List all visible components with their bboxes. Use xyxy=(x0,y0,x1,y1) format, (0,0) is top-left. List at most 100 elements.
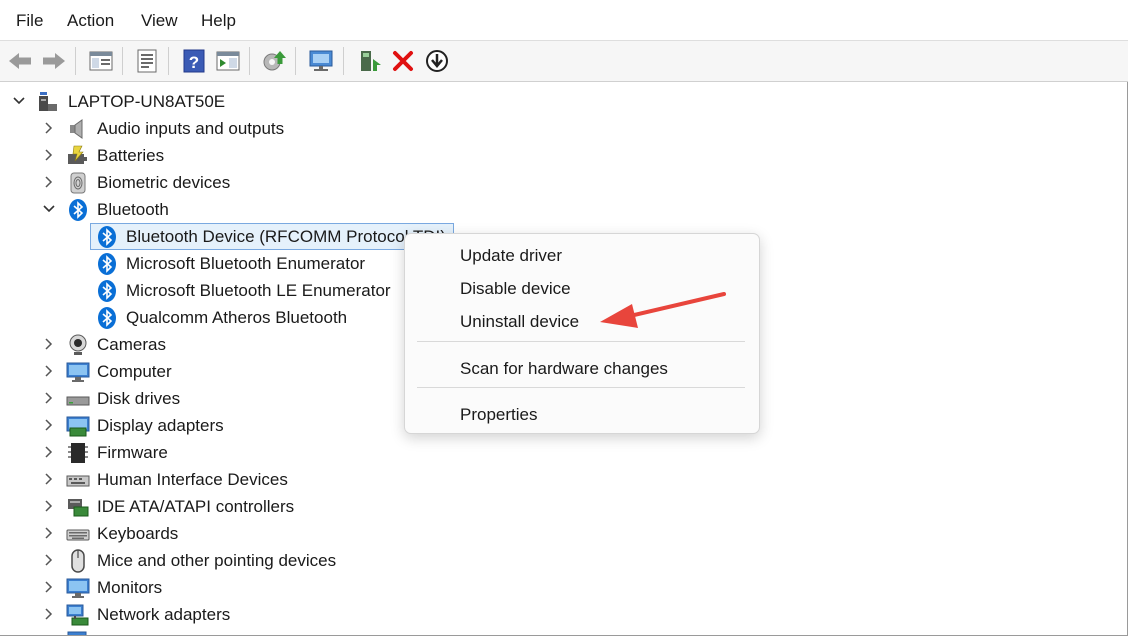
toolbar-separator xyxy=(249,47,250,75)
menu-item-scan-hardware[interactable]: Scan for hardware changes xyxy=(460,359,668,379)
keyboard-icon xyxy=(66,522,90,546)
enable-device-icon[interactable] xyxy=(356,47,384,75)
action-pane-icon[interactable] xyxy=(214,47,242,75)
disk-drive-icon xyxy=(66,387,90,411)
tree-category-label: Disk drives xyxy=(97,389,181,408)
tree-category-bluetooth[interactable]: Bluetooth xyxy=(0,196,1100,223)
tree-category-label: IDE ATA/ATAPI controllers xyxy=(97,497,295,516)
tree-category-network-adapters[interactable]: Network adapters xyxy=(0,601,1100,628)
tree-category-partial xyxy=(0,628,1100,635)
network-adapter-icon xyxy=(66,603,90,627)
tree-category-label: Monitors xyxy=(97,578,163,597)
chevron-right-icon[interactable] xyxy=(40,605,58,623)
context-menu: Update driver Disable device Uninstall d… xyxy=(404,233,760,434)
tree-category-label: Mice and other pointing devices xyxy=(97,551,337,570)
tree-category-ide[interactable]: IDE ATA/ATAPI controllers xyxy=(0,493,1100,520)
tree-category-audio[interactable]: Audio inputs and outputs xyxy=(0,115,1100,142)
chevron-right-icon[interactable] xyxy=(40,146,58,164)
toolbar-separator xyxy=(168,47,169,75)
tree-category-monitors[interactable]: Monitors xyxy=(0,574,1100,601)
back-arrow-icon[interactable] xyxy=(6,47,34,75)
firmware-chip-icon xyxy=(66,441,90,465)
fingerprint-icon xyxy=(66,171,90,195)
toolbar-separator xyxy=(75,47,76,75)
chevron-right-icon[interactable] xyxy=(40,362,58,380)
monitor-icon xyxy=(66,360,90,384)
monitor-icon xyxy=(66,576,90,600)
menu-item-properties[interactable]: Properties xyxy=(460,405,537,425)
menu-item-uninstall-device[interactable]: Uninstall device xyxy=(460,312,579,332)
tree-category-label: Audio inputs and outputs xyxy=(97,119,285,138)
chevron-right-icon[interactable] xyxy=(40,470,58,488)
chevron-right-icon[interactable] xyxy=(40,578,58,596)
bluetooth-icon xyxy=(95,225,119,249)
menu-help[interactable]: Help xyxy=(201,11,236,31)
display-adapter-icon xyxy=(66,414,90,438)
bluetooth-icon xyxy=(95,252,119,276)
properties-sheet-icon[interactable] xyxy=(133,47,161,75)
tree-category-label: Human Interface Devices xyxy=(97,470,288,489)
tree-category-batteries[interactable]: Batteries xyxy=(0,142,1100,169)
toolbar-separator xyxy=(295,47,296,75)
tree-category-mice[interactable]: Mice and other pointing devices xyxy=(0,547,1100,574)
svg-text:?: ? xyxy=(189,53,199,72)
tree-category-label: Keyboards xyxy=(97,524,179,543)
toolbar: ? xyxy=(0,40,1128,82)
tree-category-label: Biometric devices xyxy=(97,173,231,192)
tree-category-label: Computer xyxy=(97,362,172,381)
tree-category-keyboards[interactable]: Keyboards xyxy=(0,520,1100,547)
toolbar-separator xyxy=(122,47,123,75)
scan-hardware-icon[interactable] xyxy=(307,47,335,75)
toolbar-separator xyxy=(343,47,344,75)
menu-view[interactable]: View xyxy=(141,11,178,31)
tree-device-label: Bluetooth Device (RFCOMM Protocol TDI) xyxy=(126,227,446,246)
tree-device-label: Microsoft Bluetooth LE Enumerator xyxy=(126,281,391,300)
computer-icon xyxy=(36,90,60,114)
menu-bar: File Action View Help xyxy=(0,0,1132,40)
menu-item-update-driver[interactable]: Update driver xyxy=(460,246,562,266)
menu-action[interactable]: Action xyxy=(67,11,114,31)
tree-category-label: Cameras xyxy=(97,335,166,354)
chevron-right-icon[interactable] xyxy=(40,497,58,515)
forward-arrow-icon[interactable] xyxy=(40,47,68,75)
chevron-right-icon[interactable] xyxy=(40,119,58,137)
help-icon[interactable]: ? xyxy=(180,47,208,75)
chevron-right-icon[interactable] xyxy=(40,416,58,434)
tree-device-label: Microsoft Bluetooth Enumerator xyxy=(126,254,366,273)
menu-separator xyxy=(417,341,745,342)
menu-file[interactable]: File xyxy=(16,11,43,31)
chevron-right-icon[interactable] xyxy=(40,173,58,191)
menu-item-disable-device[interactable]: Disable device xyxy=(460,279,571,299)
tree-category-label: Batteries xyxy=(97,146,165,165)
tree-category-firmware[interactable]: Firmware xyxy=(0,439,1100,466)
ide-controller-icon xyxy=(66,495,90,519)
menu-separator xyxy=(417,387,745,388)
chevron-right-icon[interactable] xyxy=(40,389,58,407)
tree-category-label: Bluetooth xyxy=(97,200,169,219)
speaker-icon xyxy=(66,117,90,141)
show-hide-console-tree-icon[interactable] xyxy=(87,47,115,75)
tree-category-label: Firmware xyxy=(97,443,168,462)
chevron-right-icon[interactable] xyxy=(40,551,58,569)
tree-root-label: LAPTOP-UN8AT50E xyxy=(68,92,226,111)
bluetooth-icon xyxy=(95,279,119,303)
tree-category-label: Network adapters xyxy=(97,605,231,624)
tree-device-label: Qualcomm Atheros Bluetooth xyxy=(126,308,348,327)
update-driver-icon[interactable] xyxy=(260,47,288,75)
battery-icon xyxy=(66,144,90,168)
chevron-down-icon[interactable] xyxy=(10,92,28,110)
download-driver-icon[interactable] xyxy=(423,47,451,75)
mouse-icon xyxy=(66,549,90,573)
generic-device-icon xyxy=(66,630,90,635)
tree-category-biometric[interactable]: Biometric devices xyxy=(0,169,1100,196)
chevron-right-icon[interactable] xyxy=(40,335,58,353)
bluetooth-icon xyxy=(66,198,90,222)
bluetooth-icon xyxy=(95,306,119,330)
chevron-right-icon[interactable] xyxy=(40,524,58,542)
chevron-down-icon[interactable] xyxy=(40,200,58,218)
tree-category-label: Display adapters xyxy=(97,416,224,435)
tree-root[interactable]: LAPTOP-UN8AT50E xyxy=(0,88,1100,115)
uninstall-device-x-icon[interactable] xyxy=(389,47,417,75)
chevron-right-icon[interactable] xyxy=(40,443,58,461)
tree-category-hid[interactable]: Human Interface Devices xyxy=(0,466,1100,493)
